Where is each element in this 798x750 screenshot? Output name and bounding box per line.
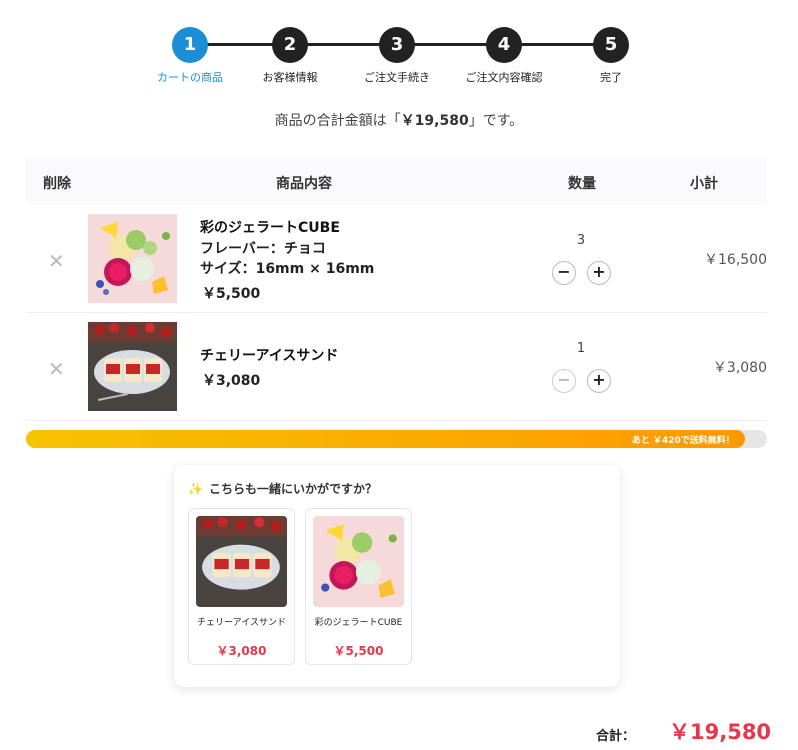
close-icon[interactable]: ✕ xyxy=(48,249,65,273)
summary-amount: ￥19,580 xyxy=(400,113,469,129)
step-number: 3 xyxy=(379,27,415,63)
recommend-card-gelato[interactable]: 彩のジェラートCUBE ￥5,500 xyxy=(305,508,412,665)
cherry-ice-sandwich-image xyxy=(196,516,287,607)
summary-suffix: 」です。 xyxy=(468,113,524,129)
step-label: カートの商品 xyxy=(157,71,223,84)
recommend-item-name: 彩のジェラートCUBE xyxy=(314,618,403,628)
header-subtotal: 小計 xyxy=(690,176,718,192)
product-name[interactable]: 彩のジェラートCUBE xyxy=(200,217,340,237)
step-number: 5 xyxy=(593,27,629,63)
plus-icon[interactable]: + xyxy=(587,369,611,393)
cart-row: ✕ チェリーアイスサンド ￥3,080 1 − + ￥3,080 xyxy=(26,313,767,421)
cart-summary: 商品の合計金額は「￥19,580」です。 xyxy=(0,110,798,130)
cart-row: ✕ 彩のジェラートCUBE フレーバー：チョコ サイズ：16mm × 16mm … xyxy=(26,205,767,313)
quantity-value: 3 xyxy=(576,233,586,248)
step-label: ご注文手続き xyxy=(364,71,430,84)
product-price: ￥3,080 xyxy=(202,373,261,389)
step-number: 4 xyxy=(486,27,522,63)
step-number: 2 xyxy=(272,27,308,63)
recommend-title-text: こちらも一緒にいかがですか？ xyxy=(208,482,377,496)
step-label: ご注文内容確認 xyxy=(465,71,543,84)
total-value: ￥19,580 xyxy=(669,720,772,744)
product-name[interactable]: チェリーアイスサンド xyxy=(200,345,338,365)
close-icon[interactable]: ✕ xyxy=(48,357,65,381)
step-customer-info[interactable]: 2 お客様情報 xyxy=(250,27,330,85)
plus-icon[interactable]: + xyxy=(587,261,611,285)
recommend-title: ✨ こちらも一緒にいかがですか？ xyxy=(188,480,377,497)
progress-fill: あと ￥420で送料無料！ xyxy=(26,430,745,448)
cart-table-header: 削除 商品内容 数量 小計 xyxy=(26,157,767,205)
product-flavor: フレーバー：チョコ xyxy=(200,241,326,257)
shipping-progress-bar: あと ￥420で送料無料！ xyxy=(26,430,767,448)
checkout-stepper: 1 カートの商品 2 お客様情報 3 ご注文手続き 4 ご注文内容確認 5 完了 xyxy=(150,27,630,85)
row-subtotal: ￥3,080 xyxy=(712,360,767,376)
header-content: 商品内容 xyxy=(276,176,332,192)
step-cart[interactable]: 1 カートの商品 xyxy=(150,27,230,85)
minus-icon[interactable]: − xyxy=(552,369,576,393)
product-size: サイズ：16mm × 16mm xyxy=(200,261,375,277)
gelato-cube-image xyxy=(313,516,404,607)
quantity-value: 1 xyxy=(576,341,586,356)
recommend-item-price: ￥3,080 xyxy=(216,644,267,658)
header-delete: 削除 xyxy=(43,176,71,192)
minus-icon[interactable]: − xyxy=(552,261,576,285)
step-order-confirm[interactable]: 4 ご注文内容確認 xyxy=(464,27,544,85)
header-qty: 数量 xyxy=(568,176,596,192)
step-order-procedure[interactable]: 3 ご注文手続き xyxy=(357,27,437,85)
recommend-item-name: チェリーアイスサンド xyxy=(197,618,286,628)
progress-text: あと ￥420で送料無料！ xyxy=(631,436,735,446)
recommend-card-cherry[interactable]: チェリーアイスサンド ￥3,080 xyxy=(188,508,295,665)
cherry-ice-sandwich-image xyxy=(88,322,177,411)
step-label: 完了 xyxy=(600,71,622,84)
recommend-panel: ✨ こちらも一緒にいかがですか？ チェリーアイスサンド ￥3,080 彩のジェラ… xyxy=(174,465,620,687)
gelato-cube-image xyxy=(88,214,177,303)
total-label: 合計： xyxy=(596,729,636,744)
step-number: 1 xyxy=(172,27,208,63)
step-label: お客様情報 xyxy=(262,71,318,84)
recommend-item-price: ￥5,500 xyxy=(333,644,384,658)
summary-prefix: 商品の合計金額は「 xyxy=(274,113,401,129)
sparkle-icon: ✨ xyxy=(188,482,203,496)
row-subtotal: ￥16,500 xyxy=(704,252,767,268)
product-price: ￥5,500 xyxy=(202,286,261,302)
step-complete[interactable]: 5 完了 xyxy=(571,27,651,85)
